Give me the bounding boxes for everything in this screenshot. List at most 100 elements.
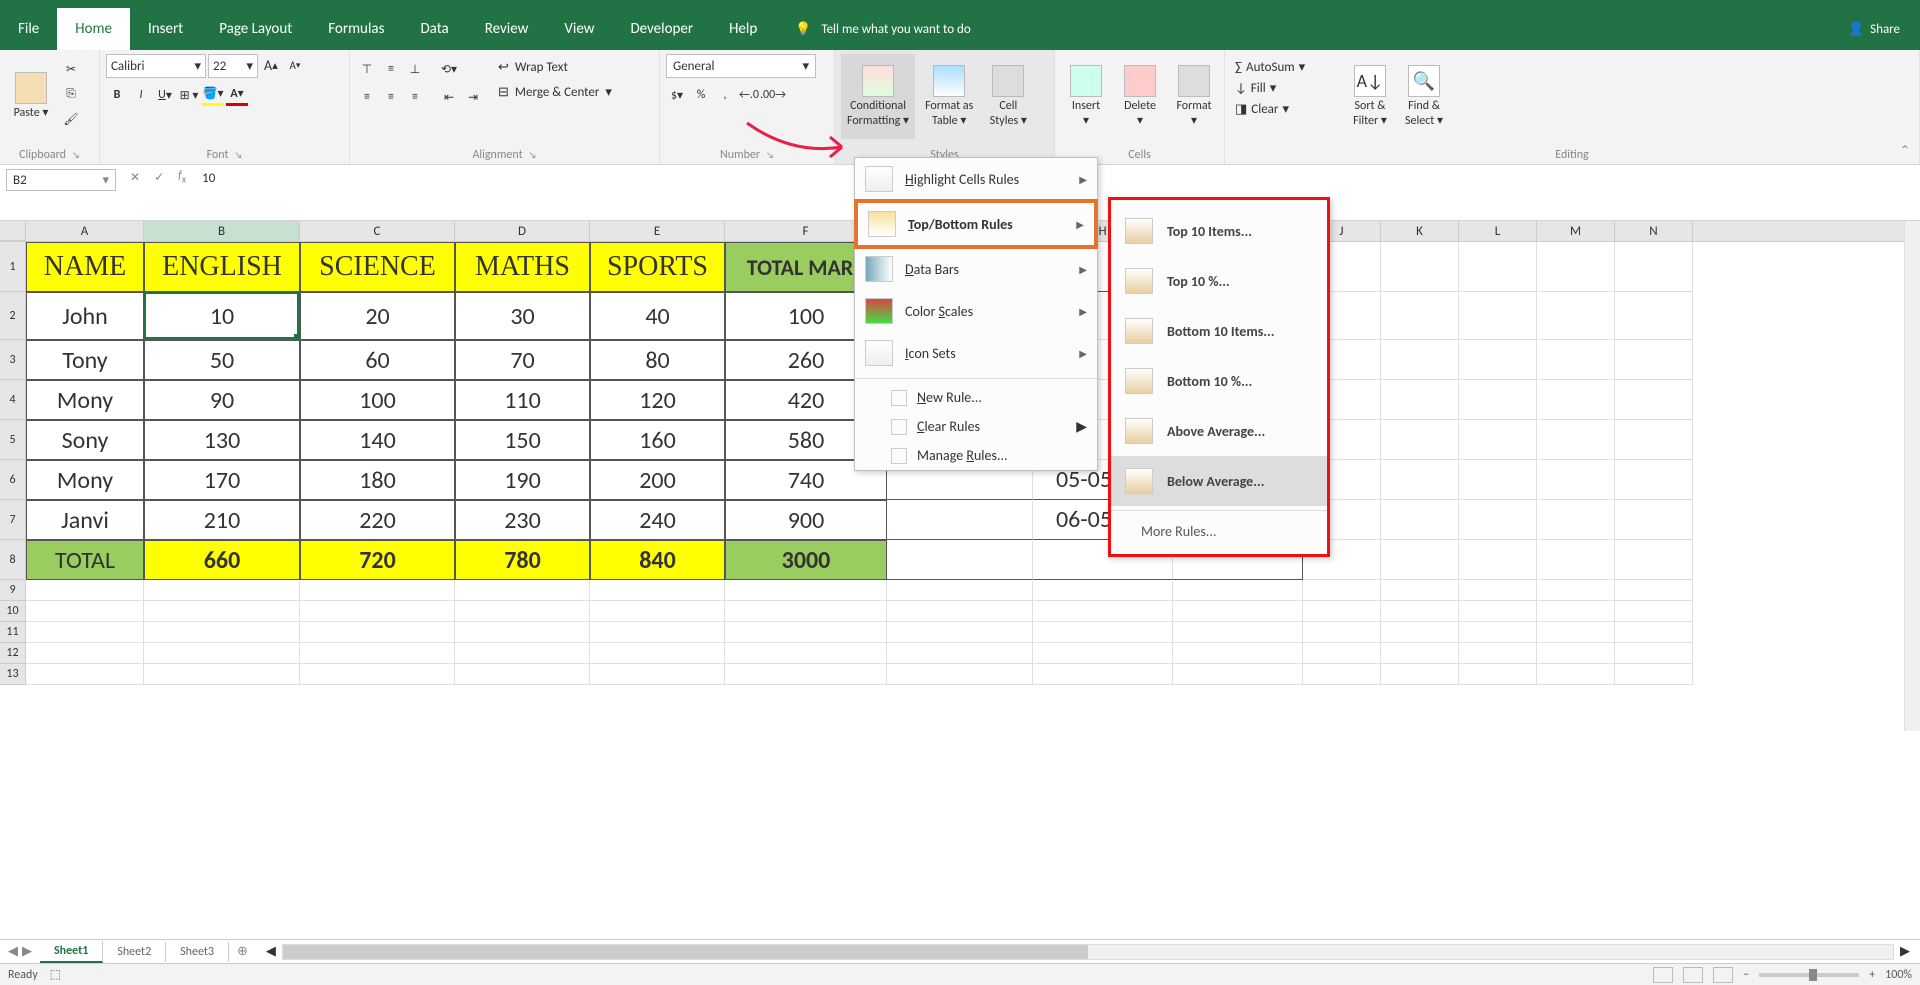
cell[interactable] (1537, 460, 1615, 500)
row-header-3[interactable]: 3 (0, 340, 26, 380)
cell[interactable]: 130 (144, 420, 300, 460)
cell[interactable] (725, 622, 887, 643)
cell[interactable] (1381, 500, 1459, 540)
tb-below-average[interactable]: Below Average... (1111, 456, 1327, 506)
cell[interactable]: MATHS (455, 242, 590, 292)
align-bottom-button[interactable]: ⊥ (404, 58, 426, 80)
cell[interactable] (1381, 380, 1459, 420)
cell-styles-button[interactable]: CellStyles ▾ (983, 54, 1033, 139)
cell[interactable] (1033, 580, 1173, 601)
cell[interactable] (1459, 380, 1537, 420)
cell[interactable] (26, 580, 144, 601)
cell[interactable] (1615, 420, 1693, 460)
cell[interactable] (1381, 643, 1459, 664)
sheet-tab-2[interactable]: Sheet2 (103, 942, 166, 962)
cell[interactable]: 100 (300, 380, 455, 420)
conditional-formatting-button[interactable]: ConditionalFormatting ▾ (841, 54, 915, 139)
share-button[interactable]: 👤 Share (1828, 8, 1920, 50)
cell[interactable] (1173, 580, 1303, 601)
cell[interactable] (1459, 643, 1537, 664)
cell[interactable] (725, 664, 887, 685)
cell[interactable]: 90 (144, 380, 300, 420)
cell[interactable]: 900 (725, 500, 887, 540)
cell[interactable] (1537, 580, 1615, 601)
row-header-10[interactable]: 10 (0, 601, 26, 622)
cell[interactable]: John (26, 292, 144, 340)
cell[interactable] (1537, 601, 1615, 622)
column-header-D[interactable]: D (455, 221, 590, 241)
cell[interactable] (1615, 460, 1693, 500)
cell[interactable] (300, 580, 455, 601)
cell[interactable] (26, 664, 144, 685)
delete-cells-button[interactable]: Delete▾ (1115, 54, 1165, 139)
cell[interactable] (1537, 664, 1615, 685)
format-cells-button[interactable]: Format▾ (1169, 54, 1219, 139)
cell[interactable]: 3000 (725, 540, 887, 580)
cell[interactable] (1459, 340, 1537, 380)
column-header-M[interactable]: M (1537, 221, 1615, 241)
cell[interactable] (26, 622, 144, 643)
row-header-4[interactable]: 4 (0, 380, 26, 420)
cell[interactable] (1615, 643, 1693, 664)
horizontal-scrollbar[interactable] (282, 944, 1894, 960)
cell[interactable] (1537, 242, 1615, 292)
clear-button[interactable]: ◨Clear ▾ (1231, 100, 1341, 119)
cell[interactable] (1303, 664, 1381, 685)
tb-more-rules[interactable]: More Rules... (1111, 515, 1327, 548)
cell[interactable] (1033, 601, 1173, 622)
column-header-L[interactable]: L (1459, 221, 1537, 241)
tab-page-layout[interactable]: Page Layout (201, 8, 310, 50)
add-sheet-button[interactable]: ⊕ (229, 944, 256, 959)
cell[interactable] (144, 643, 300, 664)
tb-bottom-10-items[interactable]: Bottom 10 Items... (1111, 306, 1327, 356)
cell[interactable] (1615, 500, 1693, 540)
copy-button[interactable]: ⎘ (60, 83, 82, 105)
cell[interactable]: 210 (144, 500, 300, 540)
column-header-C[interactable]: C (300, 221, 455, 241)
row-header-2[interactable]: 2 (0, 292, 26, 340)
cell[interactable] (455, 664, 590, 685)
fx-icon[interactable]: fx (174, 169, 190, 185)
cell[interactable]: ENGLISH (144, 242, 300, 292)
sheet-tab-1[interactable]: Sheet1 (40, 941, 103, 963)
cell[interactable] (144, 622, 300, 643)
autosum-button[interactable]: ∑AutoSum ▾ (1231, 58, 1341, 77)
cell[interactable]: Janvi (26, 500, 144, 540)
font-dialog-launcher[interactable]: ↘ (234, 150, 242, 161)
italic-button[interactable]: I (130, 84, 152, 106)
border-button[interactable]: ⊞ ▾ (178, 84, 200, 106)
tab-view[interactable]: View (546, 8, 612, 50)
cell[interactable] (1615, 292, 1693, 340)
insert-cells-button[interactable]: Insert▾ (1061, 54, 1111, 139)
cell[interactable] (144, 601, 300, 622)
number-format-select[interactable]: General▾ (666, 54, 816, 78)
cell[interactable] (1459, 540, 1537, 580)
cell[interactable] (1615, 622, 1693, 643)
cell[interactable]: 220 (300, 500, 455, 540)
cf-top-bottom-rules[interactable]: Top/Bottom Rules Top/Bottom Rules ▶ (854, 199, 1098, 249)
align-center-button[interactable]: ≡ (380, 86, 402, 108)
increase-decimal-button[interactable]: ←.0 (738, 84, 760, 106)
cell[interactable]: 200 (590, 460, 725, 500)
cell[interactable]: 180 (300, 460, 455, 500)
increase-indent-button[interactable]: ⇥ (462, 86, 484, 108)
cell[interactable] (1537, 500, 1615, 540)
cell[interactable] (1381, 292, 1459, 340)
align-right-button[interactable]: ≡ (404, 86, 426, 108)
align-left-button[interactable]: ≡ (356, 86, 378, 108)
tb-bottom-10-percent[interactable]: Bottom 10 %... (1111, 356, 1327, 406)
cell[interactable] (1173, 622, 1303, 643)
tab-developer[interactable]: Developer (612, 8, 711, 50)
tab-help[interactable]: Help (711, 8, 775, 50)
cell[interactable] (1303, 622, 1381, 643)
cell[interactable] (1033, 622, 1173, 643)
font-name-select[interactable]: Calibri▾ (106, 54, 206, 78)
cell[interactable] (1459, 500, 1537, 540)
column-header-B[interactable]: B (144, 221, 300, 241)
cell[interactable] (1381, 664, 1459, 685)
zoom-level[interactable]: 100% (1885, 968, 1912, 982)
cell[interactable] (1381, 460, 1459, 500)
cell[interactable] (887, 601, 1033, 622)
cell[interactable]: 840 (590, 540, 725, 580)
cell[interactable] (1459, 292, 1537, 340)
